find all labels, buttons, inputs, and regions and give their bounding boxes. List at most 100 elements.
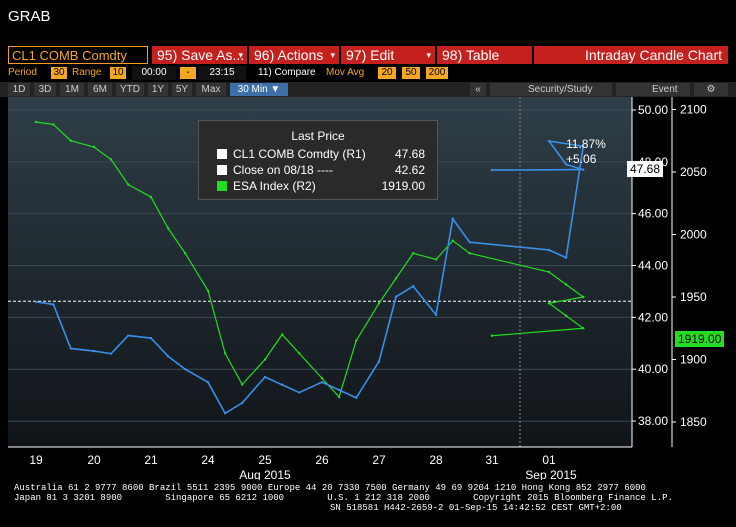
mov-avg-field-2[interactable]: 50 xyxy=(402,67,420,79)
x-tick-label: 21 xyxy=(144,453,158,467)
legend-title: Last Price xyxy=(291,129,345,143)
edit-label: 97) Edit xyxy=(346,47,395,63)
range-field[interactable]: 10 xyxy=(110,67,126,79)
period-max[interactable]: Max xyxy=(196,83,226,96)
legend-row-cl1: CL1 COMB Comdty (R1) 47.68 xyxy=(213,147,431,162)
legend-box: Last Price CL1 COMB Comdty (R1) 47.68 Cl… xyxy=(198,120,438,200)
period-5y[interactable]: 5Y xyxy=(172,83,192,96)
esa-line-point xyxy=(564,314,568,317)
x-axis: 19 20 21 24 25 26 27 28 31 01 Aug 2015 Sep 2015 xyxy=(8,446,632,480)
mov-avg-label: Mov Avg xyxy=(326,67,365,78)
period-1d[interactable]: 1D xyxy=(8,83,30,96)
dropdown-arrow-icon: ▾ xyxy=(330,50,335,60)
esa-line-point xyxy=(377,302,381,305)
table-label: 98) Table xyxy=(442,47,500,63)
esa-line-point xyxy=(92,145,96,149)
compare-button[interactable]: 11) Compare xyxy=(258,66,316,80)
legend-name: Close on 08/18 ---- xyxy=(233,163,334,177)
esa-line-point xyxy=(490,334,494,337)
cl1-line-point xyxy=(451,217,454,221)
period-6m[interactable]: 6M xyxy=(88,83,112,96)
dropdown-arrow-icon: ▾ xyxy=(426,50,431,60)
ticker-field[interactable]: CL1 COMB Comdty xyxy=(8,46,148,64)
esa-line-point xyxy=(547,270,551,274)
cl1-line-point xyxy=(109,352,113,355)
legend-name: ESA Index (R2) xyxy=(233,179,316,193)
dropdown-arrow-icon: ▾ xyxy=(238,50,243,60)
y2-tick-label: 1950 xyxy=(680,290,707,304)
esa-line-point xyxy=(184,252,187,255)
actions-button[interactable]: 96) Actions ▾ xyxy=(249,46,339,64)
cl1-line-point xyxy=(377,360,381,363)
esa-line-point xyxy=(241,383,244,386)
cl1-line-point xyxy=(320,380,324,384)
cl1-line-point xyxy=(547,139,551,143)
cl1-line-point xyxy=(206,380,210,384)
y1-tick-label: 46.00 xyxy=(638,207,668,221)
cl1-line-point xyxy=(434,313,438,316)
gear-icon[interactable]: ⚙ xyxy=(694,83,728,96)
cl1-line-point xyxy=(223,412,227,415)
esa-line-point xyxy=(223,352,227,355)
y2-tick-label: 2100 xyxy=(680,103,707,117)
cl1-line-point xyxy=(490,168,494,172)
cl1-line-point xyxy=(52,303,55,306)
cl1-line-point xyxy=(564,256,568,259)
mov-avg-field-1[interactable]: 20 xyxy=(378,67,396,79)
time-end-field[interactable]: 23:15 xyxy=(198,66,246,80)
footer-line-1: Australia 61 2 9777 8600 Brazil 5511 239… xyxy=(14,483,646,493)
esa-line-point xyxy=(52,123,55,126)
x-tick-label: 01 xyxy=(542,453,556,467)
x-tick-label: 31 xyxy=(485,453,499,467)
y1-tick-label: 42.00 xyxy=(638,310,668,324)
esa-line-point xyxy=(582,295,585,299)
y2-tick-label: 2000 xyxy=(680,228,707,242)
cl1-line-point xyxy=(412,285,415,288)
legend-value: 42.62 xyxy=(394,163,425,177)
esa-line-point xyxy=(69,139,73,142)
mov-avg-field-3[interactable]: 200 xyxy=(426,67,448,79)
time-start-field[interactable]: 00:00 xyxy=(132,66,176,80)
esa-line-point xyxy=(127,183,130,186)
esa-line-point xyxy=(564,283,568,286)
x-tick-label: 26 xyxy=(315,453,329,467)
last-value-tag-r1: 47.68 xyxy=(627,161,664,177)
cl1-line-point xyxy=(69,347,73,350)
y1-tick-label: 40.00 xyxy=(638,362,668,376)
legend-row-close: Close on 08/18 ---- 42.62 xyxy=(213,163,431,178)
time-separator: - xyxy=(180,67,196,79)
security-study-button[interactable]: Security/Study xyxy=(490,83,612,96)
period-ytd[interactable]: YTD xyxy=(116,83,144,96)
app-title: GRAB xyxy=(8,8,51,25)
legend-swatch xyxy=(217,181,227,191)
esa-line-point xyxy=(298,352,301,355)
period-30min[interactable]: 30 Min ▼ xyxy=(230,83,288,96)
edit-button[interactable]: 97) Edit ▾ xyxy=(341,46,435,64)
y1-axis: 38.0040.0042.0044.0046.0048.0050.00 xyxy=(631,97,668,447)
legend-swatch xyxy=(217,165,227,175)
esa-line-point xyxy=(582,327,585,330)
esa-line-point xyxy=(280,333,284,336)
save-as-label: 95) Save As... xyxy=(157,47,245,63)
esa-line-point xyxy=(547,302,551,305)
save-as-button[interactable]: 95) Save As... ▾ xyxy=(152,46,247,64)
chart-type-button[interactable]: Intraday Candle Chart xyxy=(534,46,728,64)
legend-swatch xyxy=(217,149,227,159)
x-tick-label: 24 xyxy=(201,453,215,467)
settings-bar: Period 30 Range 10 00:00 - 23:15 11) Com… xyxy=(0,66,736,80)
period-1y[interactable]: 1Y xyxy=(148,83,168,96)
change-absolute: +5.06 xyxy=(566,152,597,166)
y1-tick-label: 50.00 xyxy=(638,103,668,117)
period-1m[interactable]: 1M xyxy=(60,83,84,96)
legend-name: CL1 COMB Comdty (R1) xyxy=(233,147,366,161)
table-button[interactable]: 98) Table xyxy=(437,46,532,64)
event-button[interactable]: Event xyxy=(616,83,690,96)
esa-line-point xyxy=(468,252,471,255)
cl1-line-point xyxy=(355,396,358,399)
cl1-line-point xyxy=(547,248,551,252)
x-tick-label: 19 xyxy=(29,453,43,467)
period-field[interactable]: 30 xyxy=(51,67,67,79)
period-3d[interactable]: 3D xyxy=(34,83,56,96)
footer: Australia 61 2 9777 8600 Brazil 5511 239… xyxy=(0,480,736,527)
collapse-icon[interactable]: « xyxy=(470,83,486,96)
